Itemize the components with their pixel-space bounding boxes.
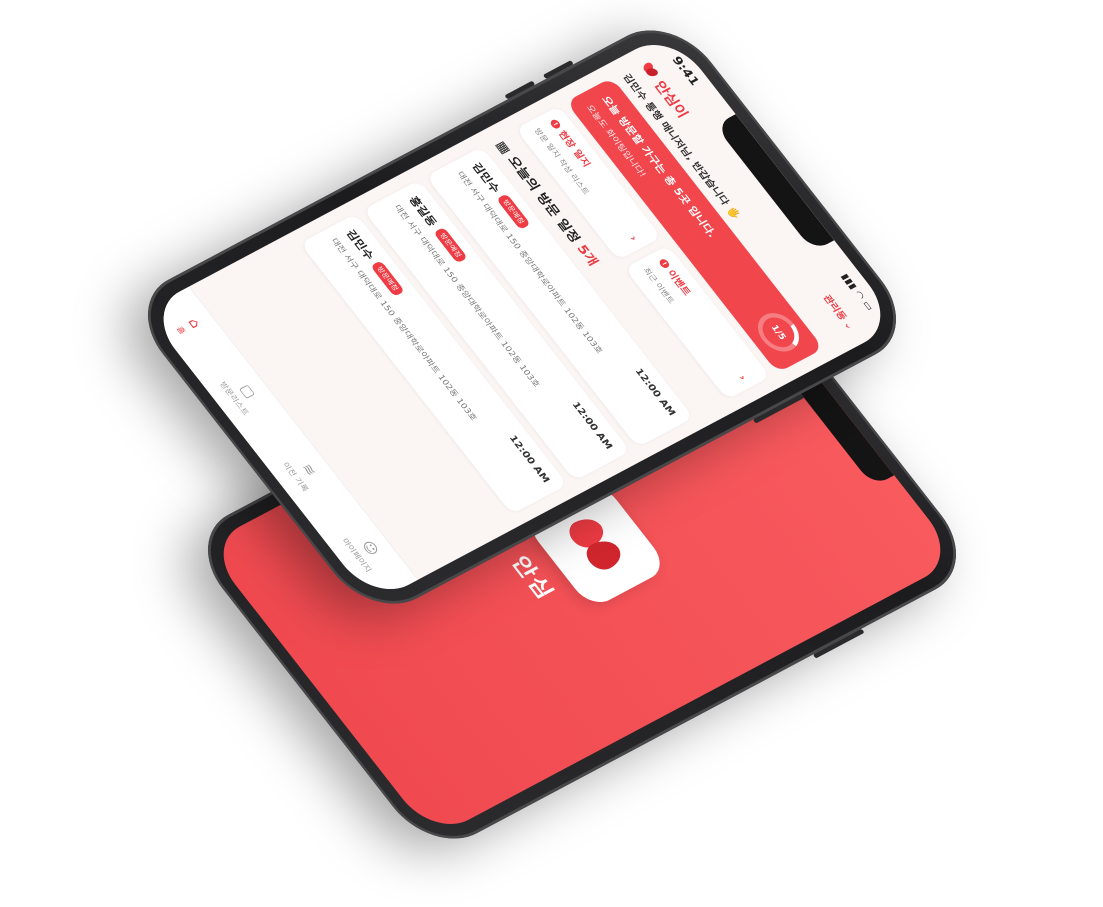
- progress-label: 1/5: [756, 312, 801, 353]
- volume-down-button: [504, 80, 536, 100]
- wifi-icon: ◠: [852, 289, 868, 301]
- ward-label: 관리동: [820, 293, 849, 322]
- power-button: [812, 628, 865, 659]
- visit-count: 5개: [573, 242, 602, 269]
- tab-mypage[interactable]: ☺ 마이페이지: [340, 529, 389, 573]
- status-time: 9:41: [668, 54, 702, 88]
- alert-icon: !: [657, 257, 671, 270]
- battery-icon: ▭: [860, 298, 877, 313]
- tab-visit-list[interactable]: ▢ 방문리스트: [217, 372, 266, 417]
- calendar-icon: ▦: [492, 138, 515, 157]
- heart-logo-icon: [640, 60, 660, 80]
- tab-home[interactable]: ⌂ 홈: [174, 315, 205, 336]
- chevron-right-icon: ›: [627, 233, 641, 243]
- chevron-down-icon: ⌄: [841, 319, 857, 332]
- alert-icon: !: [548, 118, 562, 130]
- home-icon: ⌂: [184, 315, 205, 331]
- volume-up-button: [542, 60, 574, 79]
- progress-ring: 1/5: [749, 306, 808, 358]
- signal-icon: ▮▮▮: [839, 271, 860, 291]
- tab-history[interactable]: ≋ 이전 기록: [280, 453, 325, 493]
- chevron-right-icon: ›: [736, 373, 750, 383]
